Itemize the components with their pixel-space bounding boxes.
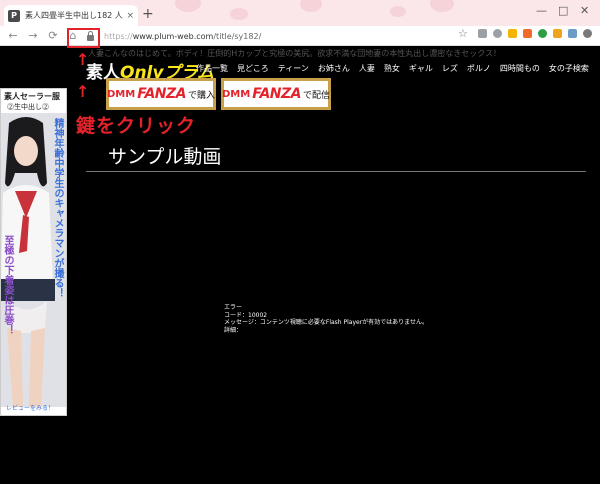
url-text[interactable]: https://www.plum-web.com/title/sy182/ (104, 32, 261, 41)
url-host: www.plum-web.com (132, 31, 214, 41)
fanza-buy-label: で購入 (188, 90, 216, 101)
extension-icon[interactable] (553, 29, 562, 38)
error-label: エラー (224, 304, 243, 311)
nav-item[interactable]: ポルノ (467, 63, 491, 74)
extension-icon[interactable] (583, 29, 592, 38)
extension-icon[interactable] (508, 29, 517, 38)
flash-error-message: エラー コード：10002 メッセージ：コンテンツ視聴に必要なFlash Pla… (224, 304, 428, 334)
browser-tab[interactable]: P 素人四畳半生中出し182 人妻 姦… × (4, 5, 138, 26)
up-arrow-icon: ↑ (76, 82, 90, 101)
site-nav: 作品一覧 見どころ ティーン お姉さん 人妻 熟女 ギャル レズ ポルノ 四時間… (196, 63, 598, 74)
extensions-area (478, 29, 598, 38)
nav-item[interactable]: 熟女 (384, 63, 400, 74)
side-ad-banner[interactable]: 素人セーラー服 ⓶生中出し⓶ 精神年齢中学生のキャメラマンが撮る！ 至極の下着姿… (0, 88, 67, 416)
nav-item[interactable]: ギャル (409, 63, 433, 74)
ad-title: 素人セーラー服 (4, 92, 60, 101)
fanza-dmm-label: DMM (222, 88, 251, 100)
fanza-logo: FANZA (252, 86, 301, 102)
close-window-button[interactable]: ✕ (580, 4, 589, 17)
nav-item[interactable]: 見どころ (237, 63, 269, 74)
back-icon[interactable]: ← (6, 29, 20, 43)
background-petal (175, 0, 201, 12)
fanza-dmm-label: DMM (107, 88, 136, 100)
nav-item[interactable]: ティーン (278, 63, 309, 74)
fanza-stream-label: で配信 (303, 90, 331, 101)
background-petal (230, 8, 248, 20)
minimize-button[interactable]: — (536, 4, 547, 17)
nav-item[interactable]: レズ (442, 63, 458, 74)
lock-highlight-box (67, 28, 100, 48)
ad-subtitle: ⓶生中出し⓶ (7, 103, 49, 111)
sample-video-heading: サンプル動画 (108, 146, 222, 168)
tab-strip: P 素人四畳半生中出し182 人妻 姦… × + — □ ✕ (0, 0, 600, 26)
fanza-stream-button[interactable]: DMM FANZA で配信 (221, 78, 331, 110)
fanza-logo: FANZA (137, 86, 186, 102)
ad-vertical-text-purple: 至極の下着姿は圧巻！ (2, 235, 13, 335)
nav-item[interactable]: 四時間もの (500, 63, 540, 74)
nav-item[interactable]: お姉さん (318, 63, 350, 74)
url-scheme: https:// (104, 31, 133, 41)
error-message: メッセージ：コンテンツ視聴に必要なFlash Playerが有効ではありません。 (224, 319, 429, 326)
ad-review-link[interactable]: レビューをみる！ (6, 403, 54, 412)
ad-vertical-text-blue: 精神年齢中学生のキャメラマンが撮る！ (52, 118, 63, 298)
error-code: コード：10002 (224, 311, 268, 319)
ad-photo: 精神年齢中学生のキャメラマンが撮る！ 至極の下着姿は圧巻！ (1, 113, 66, 407)
reload-icon[interactable]: ⟳ (46, 29, 60, 43)
tab-title: 素人四畳半生中出し182 人妻 姦… (25, 11, 123, 20)
error-details: 詳細： (224, 326, 243, 334)
nav-item[interactable]: 人妻 (359, 63, 375, 74)
extension-icon[interactable] (523, 29, 532, 38)
background-petal (430, 0, 454, 12)
extension-icon[interactable] (493, 29, 502, 38)
favicon-icon: P (8, 9, 20, 22)
address-bar[interactable]: https://www.plum-web.com/title/sy182/ (72, 29, 474, 43)
url-path: /title/sy182/ (213, 31, 262, 41)
nav-item[interactable]: 作品一覧 (196, 63, 228, 74)
extension-icon[interactable] (538, 29, 547, 38)
extension-icon[interactable] (568, 29, 577, 38)
background-petal (390, 6, 406, 17)
up-arrow-icon: ↑ (76, 50, 90, 69)
close-icon[interactable]: × (126, 11, 134, 21)
new-tab-button[interactable]: + (142, 7, 154, 21)
maximize-button[interactable]: □ (558, 4, 568, 17)
bookmark-star-icon[interactable]: ☆ (458, 27, 468, 40)
nav-item[interactable]: 女の子検索 (549, 63, 589, 74)
annotation-click-lock: 鍵をクリック (76, 115, 197, 137)
fanza-buy-button[interactable]: DMM FANZA で購入 (106, 78, 216, 110)
extension-icon[interactable] (478, 29, 487, 38)
background-petal (300, 0, 322, 12)
forward-icon[interactable]: → (26, 29, 40, 43)
section-divider (86, 171, 586, 172)
